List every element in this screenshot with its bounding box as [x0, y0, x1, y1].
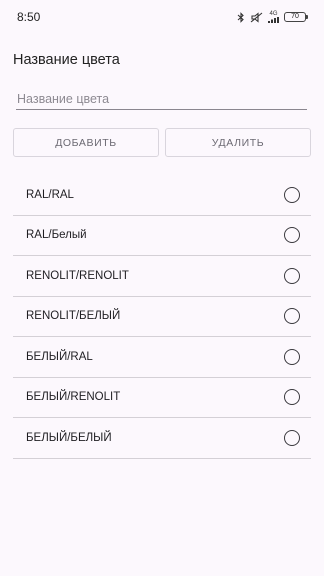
delete-button[interactable]: УДАЛИТЬ	[165, 128, 311, 157]
list-item-7[interactable]: БЕЛЫЙ/БЕЛЫЙ	[13, 418, 311, 459]
item-label: RENOLIT/RENOLIT	[26, 269, 129, 282]
list-item-2[interactable]: RAL/Белый	[13, 216, 311, 256]
status-bar: 8:50 4G 70	[0, 0, 324, 34]
item-label: БЕЛЫЙ/БЕЛЫЙ	[26, 431, 112, 444]
list-item-1[interactable]: RAL/RAL	[13, 175, 311, 216]
item-label: БЕЛЫЙ/RAL	[26, 350, 93, 363]
list-item-5[interactable]: БЕЛЫЙ/RAL	[13, 337, 311, 378]
item-label: RAL/RAL	[26, 188, 74, 201]
list-item-6[interactable]: БЕЛЫЙ/RENOLIT	[13, 378, 311, 418]
color-list: RAL/RAL RAL/Белый RENOLIT/RENOLIT RENOLI…	[13, 175, 311, 459]
radio-button[interactable]	[284, 267, 300, 284]
color-name-input[interactable]	[16, 88, 307, 110]
radio-button[interactable]	[284, 389, 300, 406]
add-button[interactable]: ДОБАВИТЬ	[13, 128, 159, 157]
radio-button[interactable]	[284, 227, 300, 244]
item-label: БЕЛЫЙ/RENOLIT	[26, 391, 121, 404]
radio-button[interactable]	[284, 348, 300, 365]
item-label: RAL/Белый	[26, 229, 87, 242]
list-item-4[interactable]: RENOLIT/БЕЛЫЙ	[13, 297, 311, 337]
page-title: Название цвета	[13, 52, 120, 68]
radio-button[interactable]	[284, 308, 300, 325]
signal-icon: 4G	[268, 11, 279, 23]
bluetooth-icon	[237, 11, 244, 23]
radio-button[interactable]	[284, 186, 300, 203]
battery-level: 70	[291, 13, 299, 20]
battery-icon: 70	[284, 12, 308, 22]
radio-button[interactable]	[284, 429, 300, 446]
list-item-3[interactable]: RENOLIT/RENOLIT	[13, 256, 311, 297]
screen: 8:50 4G 70 Название цвета Название цвета…	[0, 0, 324, 576]
mute-icon	[250, 11, 263, 23]
status-icons: 4G 70	[237, 11, 308, 23]
status-time: 8:50	[17, 10, 41, 24]
item-label: RENOLIT/БЕЛЫЙ	[26, 310, 121, 323]
